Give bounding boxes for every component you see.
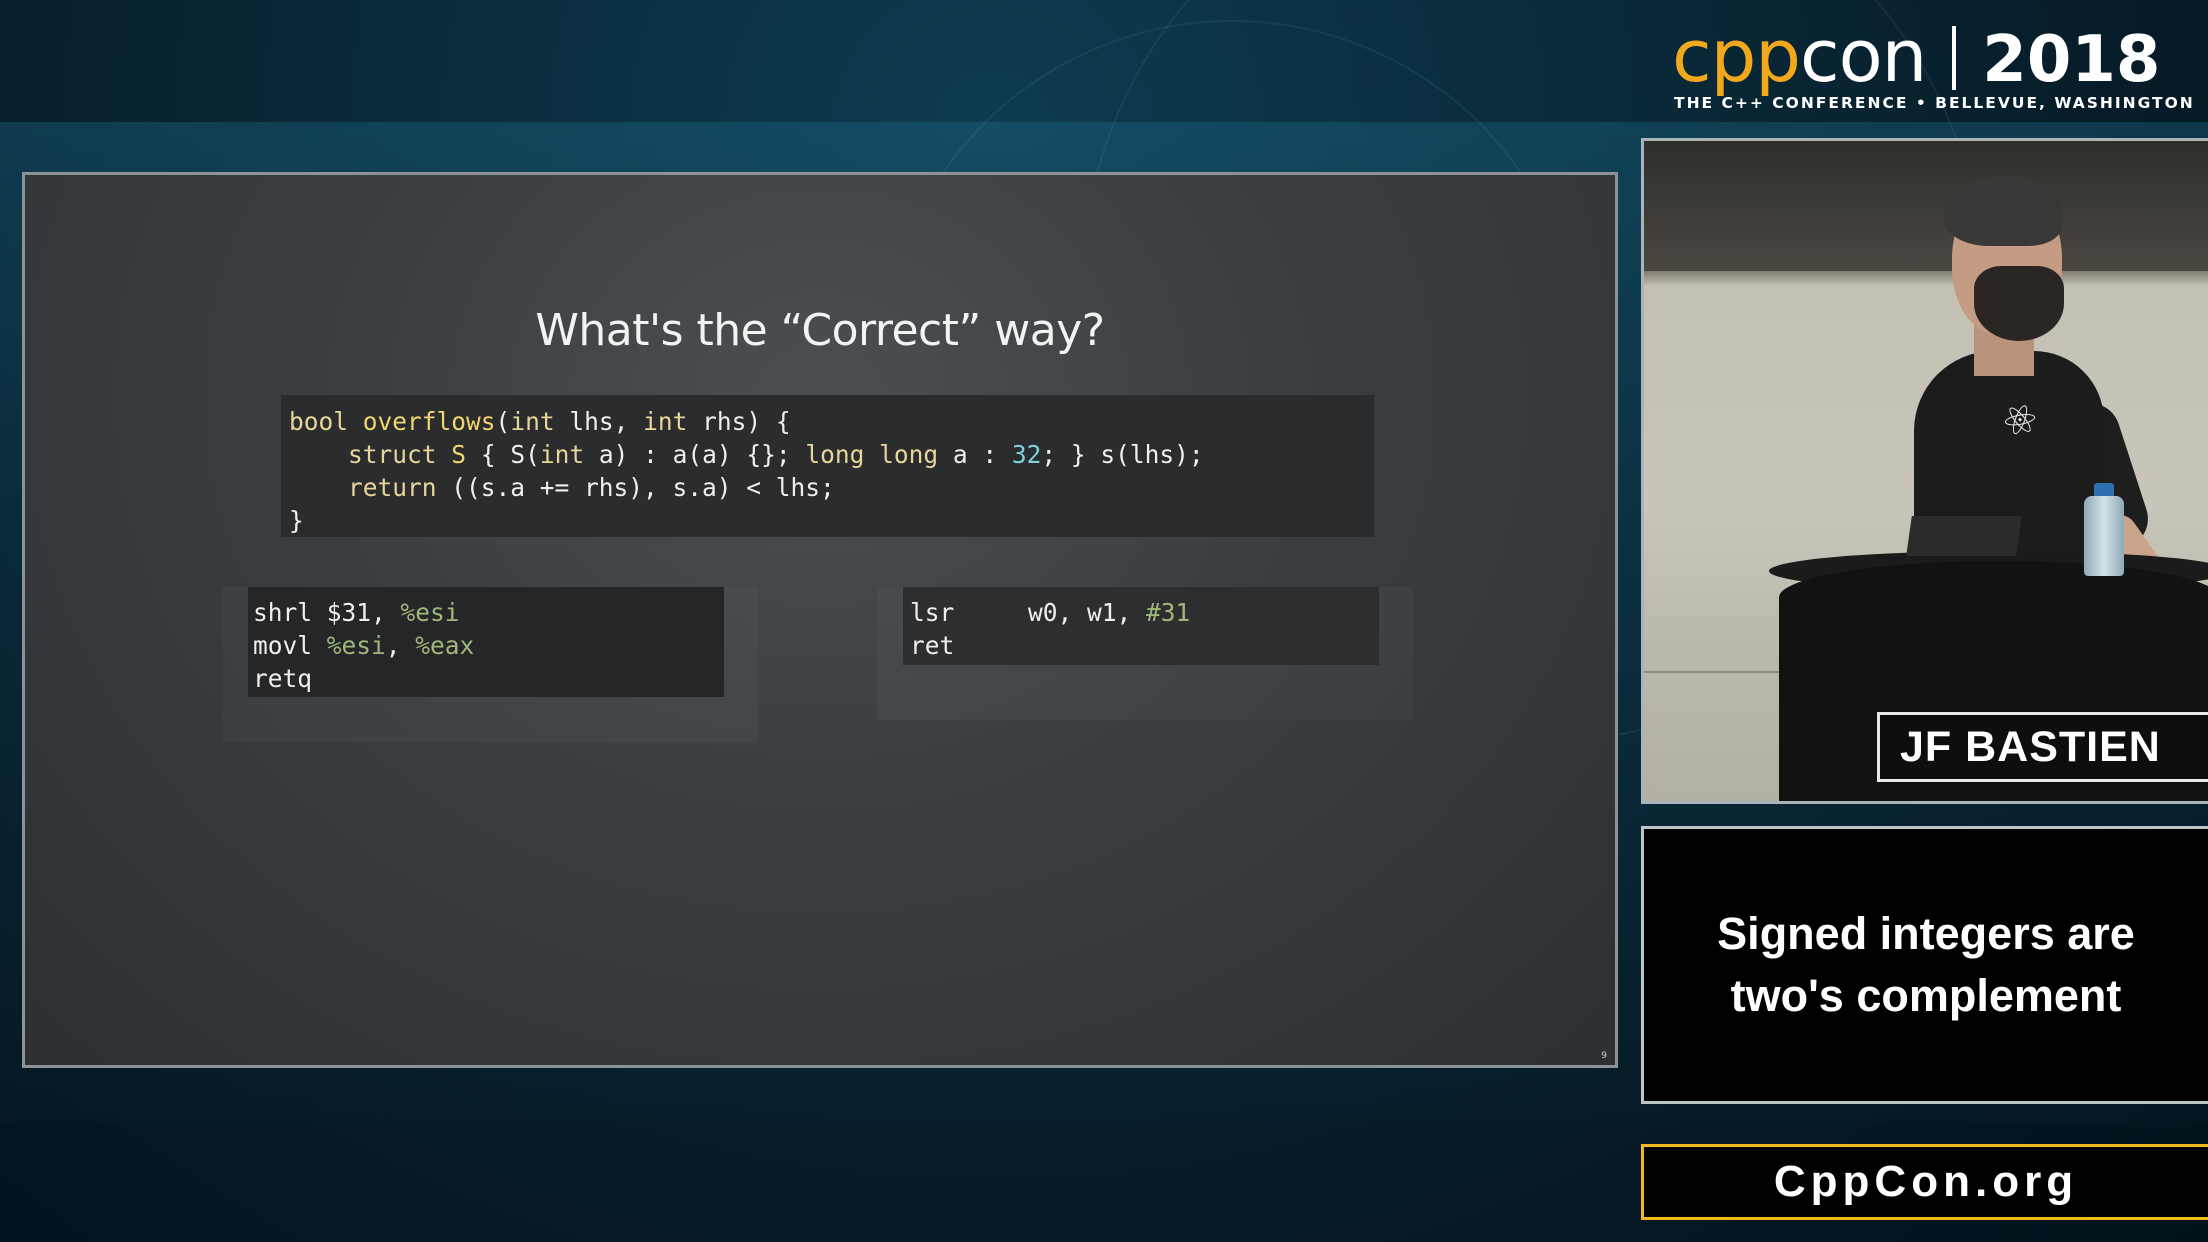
speaker-name-tag: JF BASTIEN — [1877, 712, 2208, 782]
logo-con: con — [1800, 14, 1927, 98]
code-text: a : — [938, 440, 1012, 469]
code-line: return ((s.a += rhs), s.a) < lhs; — [289, 473, 835, 502]
keyword: long long — [805, 440, 939, 469]
code-text: { S( — [466, 440, 540, 469]
code-line: retq — [253, 664, 313, 693]
arm-asm: lsr w0, w1, #31 ret — [910, 596, 1379, 662]
code-line: ret — [910, 631, 955, 660]
laptop — [1906, 516, 2022, 556]
keyword: return — [348, 473, 437, 502]
code-line: } — [289, 506, 304, 535]
number-literal: 32 — [1011, 440, 1042, 469]
site-banner: CppCon.org — [1641, 1144, 2208, 1220]
speaker-hair — [1944, 176, 2062, 246]
code-text: shrl $31, — [253, 598, 401, 627]
cpp-code-block: bool overflows(int lhs, int rhs) { struc… — [281, 395, 1374, 537]
logo-subtitle: THE C++ CONFERENCE • BELLEVUE, WASHINGTO… — [1674, 94, 2195, 112]
code-text: movl — [253, 631, 327, 660]
code-line: shrl $31, %esi — [253, 598, 460, 627]
code-text: ( — [495, 407, 511, 436]
code-line: struct S { S(int a) : a(a) {}; long long… — [289, 440, 1204, 469]
code-text: , — [385, 631, 416, 660]
wall-panel — [1644, 141, 2208, 271]
caption-text: Signed integers are two's complement — [1717, 903, 2135, 1027]
talk-caption: Signed integers are two's complement — [1641, 826, 2208, 1104]
immediate: #31 — [1146, 598, 1191, 627]
keyword: int — [539, 440, 585, 469]
code-text: a) : a(a) {}; — [584, 440, 806, 469]
code-text: ; } s(lhs); — [1041, 440, 1204, 469]
slide-page-number: 9 — [1601, 1051, 1607, 1061]
caption-line-1: Signed integers are — [1717, 908, 2135, 959]
speaker-video: ⚛ — [1641, 138, 2208, 804]
arm-asm-block: lsr w0, w1, #31 ret — [903, 587, 1379, 665]
code-text: w0, w1, — [954, 598, 1147, 627]
logo-cpp: cpp — [1672, 14, 1801, 98]
code-line: movl %esi, %eax — [253, 631, 474, 660]
code-text: lhs, — [554, 407, 644, 436]
keyword: struct — [348, 440, 437, 469]
water-bottle — [2084, 496, 2124, 576]
slide-title: What's the “Correct” way? — [535, 305, 1105, 356]
speaker-beard — [1974, 266, 2064, 341]
x86-asm: shrl $31, %esi movl %esi, %eax retq — [253, 596, 724, 695]
presentation-slide: What's the “Correct” way? bool overflows… — [22, 172, 1618, 1068]
logo-divider — [1952, 26, 1957, 90]
register: %esi — [400, 598, 460, 627]
cppcon-logo: cpp con 2018 THE C++ CONFERENCE • BELLEVU… — [1672, 14, 2195, 114]
keyword: bool — [289, 407, 349, 436]
code-text: ((s.a += rhs), s.a) < lhs; — [436, 473, 835, 502]
cpp-code: bool overflows(int lhs, int rhs) { struc… — [289, 405, 1374, 537]
code-text: lsr — [910, 598, 955, 627]
logo-year: 2018 — [1982, 23, 2161, 97]
register: %eax — [415, 631, 475, 660]
type-name: S — [451, 440, 467, 469]
caption-line-2: two's complement — [1730, 970, 2122, 1021]
code-line: bool overflows(int lhs, int rhs) { — [289, 407, 791, 436]
register: %esi — [326, 631, 386, 660]
keyword: int — [643, 407, 688, 436]
code-text: rhs) { — [687, 407, 791, 436]
x86-asm-block: shrl $31, %esi movl %esi, %eax retq — [248, 587, 724, 697]
function-name: overflows — [362, 407, 496, 436]
code-line: lsr w0, w1, #31 — [910, 598, 1190, 627]
keyword: int — [510, 407, 555, 436]
